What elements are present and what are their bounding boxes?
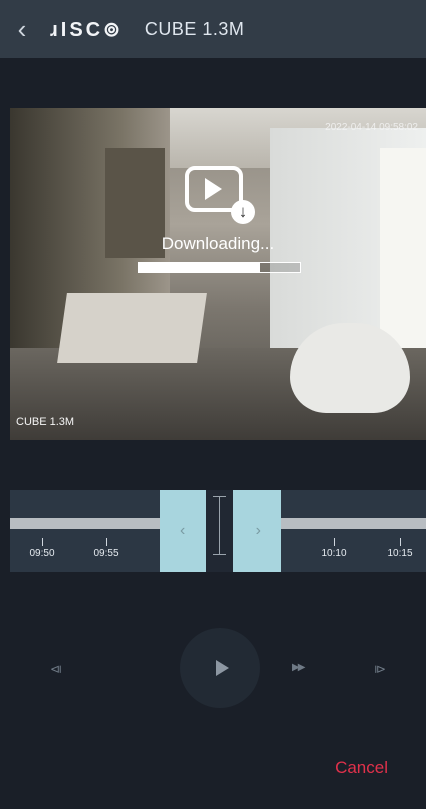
- video-player[interactable]: 2022-04-14 09:58:02 CUBE 1.3M ↓ Download…: [10, 108, 426, 440]
- scene-table: [290, 323, 410, 413]
- camera-title: CUBE 1.3M: [144, 18, 245, 39]
- timeline[interactable]: 09:50 09:55 10:10 10:15 ‹ ›: [10, 490, 426, 572]
- downloading-label: Downloading...: [161, 234, 275, 253]
- fast-forward-icon[interactable]: ▶▶: [292, 662, 305, 673]
- download-progress-fill: [139, 263, 260, 272]
- back-button[interactable]: ‹: [0, 0, 44, 58]
- chevron-left-icon[interactable]: ‹: [180, 522, 185, 540]
- download-progress-bar: [138, 262, 301, 273]
- playhead-cap-bottom: [213, 554, 226, 555]
- tick-mark: [42, 538, 43, 546]
- video-timestamp: 2022-04-14 09:58:02: [325, 122, 418, 133]
- playback-controls: ⧏ ▶▶ ⧐: [10, 600, 426, 740]
- video-download-icon: ↓: [185, 166, 255, 224]
- play-icon: [215, 660, 229, 676]
- chevron-left-icon: ‹: [17, 13, 27, 44]
- top-bar: ‹ ɹISC⊚ CUBE 1.3M: [0, 0, 426, 58]
- play-icon: [205, 178, 222, 200]
- skip-start-icon[interactable]: ⧏: [50, 662, 62, 676]
- risco-logo: ɹISC⊚: [50, 18, 123, 41]
- skip-end-icon[interactable]: ⧐: [374, 662, 386, 676]
- play-button[interactable]: [180, 628, 260, 708]
- tick-label: 10:15: [387, 548, 413, 559]
- playhead[interactable]: [206, 490, 233, 572]
- tick-label: 10:10: [321, 548, 347, 559]
- tick-label: 09:50: [29, 548, 55, 559]
- cancel-button[interactable]: Cancel: [335, 758, 388, 778]
- tick-mark: [106, 538, 107, 546]
- tick-mark: [334, 538, 335, 546]
- playhead-line: [219, 496, 220, 554]
- tick-label: 09:55: [93, 548, 119, 559]
- scene-desk: [57, 293, 207, 363]
- video-camera-label: CUBE 1.3M: [16, 416, 75, 428]
- tick-mark: [400, 538, 401, 546]
- chevron-right-icon[interactable]: ›: [256, 522, 261, 540]
- download-arrow-icon: ↓: [231, 200, 255, 224]
